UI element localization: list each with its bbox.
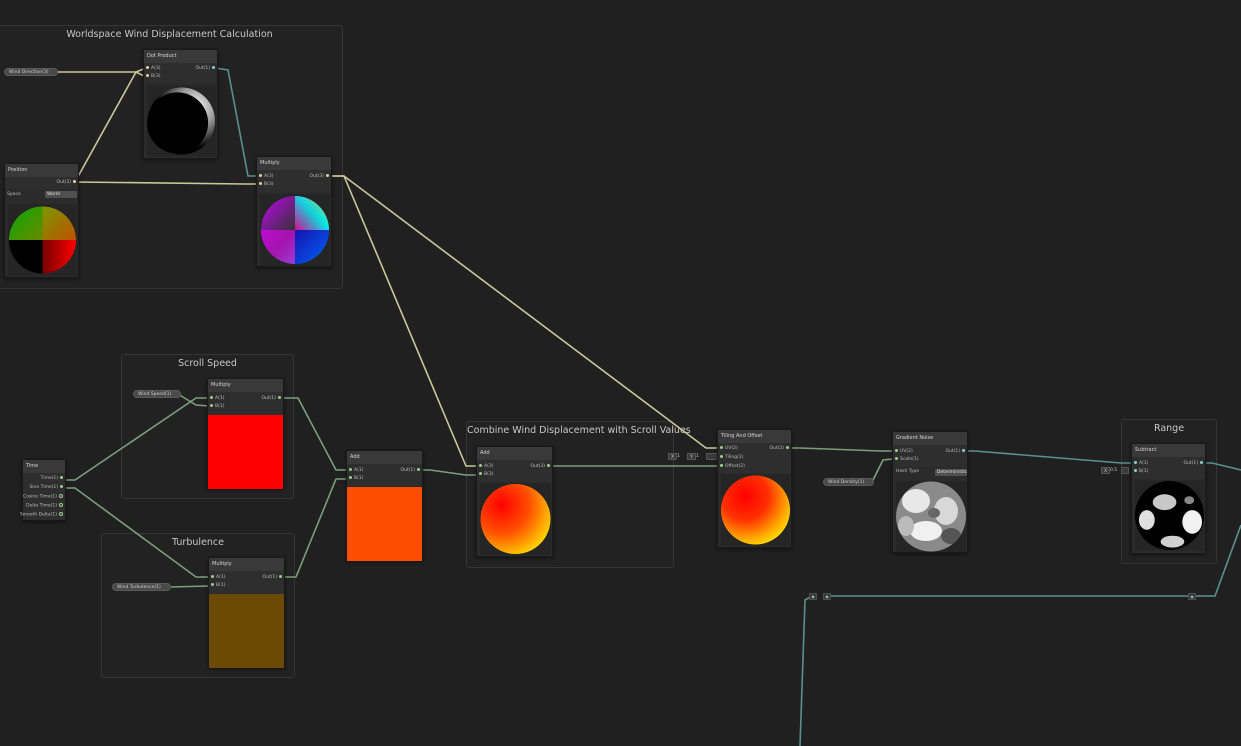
output-port[interactable]: Out(2) — [769, 446, 791, 452]
output-port[interactable]: Out(1) — [195, 66, 217, 72]
preview-add-combine — [480, 483, 551, 555]
preview-position — [8, 204, 77, 276]
node-gradient-noise[interactable]: Gradient Noise UV(2) Scale(1) Out(1) Has… — [892, 431, 968, 553]
property-label: Wind Turbulence(1) — [117, 585, 161, 590]
space-dropdown[interactable]: World — [45, 191, 77, 198]
input-port-b[interactable]: B(3) — [144, 74, 160, 80]
node-title: Time — [23, 460, 65, 473]
output-port[interactable]: Out(1) — [945, 449, 967, 455]
reroute-node-left-a[interactable]: ◆ — [809, 593, 817, 600]
output-port[interactable]: Out(3) — [309, 174, 331, 180]
output-port-delta[interactable]: Delta Time(1) — [26, 503, 65, 510]
tiling-y-field[interactable]: 1 — [694, 453, 701, 460]
preview-multiply-scroll — [208, 415, 283, 489]
edge-multiply-to-tiling — [332, 175, 719, 449]
preview-subtract — [1135, 480, 1204, 551]
node-dot-product[interactable]: Dot Product A(3) B(3) Out(1) — [143, 49, 218, 159]
edge-reroute-down — [799, 595, 813, 746]
tiling-x-field[interactable]: 1 — [675, 453, 682, 460]
property-label: Wind Speed(1) — [138, 392, 172, 397]
input-port-b[interactable]: B(3) — [257, 182, 273, 188]
subtract-b-field[interactable]: 0.5 — [1108, 467, 1119, 474]
reroute-node-right[interactable]: ◆ — [1188, 593, 1196, 600]
group-title: Range — [1153, 423, 1185, 434]
preview-multiply-turb — [209, 594, 284, 668]
group-title: Scroll Speed — [178, 358, 237, 369]
output-port[interactable]: Out(1) — [262, 575, 284, 581]
property-wind-speed[interactable]: Wind Speed(1) — [133, 390, 181, 398]
output-port[interactable]: Out(1) — [400, 468, 422, 474]
property-wind-direction[interactable]: Wind Direction(3) — [4, 68, 58, 76]
node-add-combine[interactable]: Add A(3) B(3) Out(3) — [476, 446, 553, 557]
input-port-b[interactable]: B(1) — [347, 476, 363, 482]
node-title: Dot Product — [144, 50, 217, 63]
node-subtract[interactable]: Subtract A(1) B(1) Out(1) — [1131, 443, 1206, 554]
node-title: Add — [347, 451, 422, 464]
subtract-b-port-chip[interactable] — [1121, 467, 1129, 474]
input-port-a[interactable]: A(3) — [257, 174, 273, 180]
group-title: Worldspace Wind Displacement Calculation — [66, 29, 273, 40]
preview-tiling-offset — [721, 474, 790, 546]
input-port-b[interactable]: B(1) — [1132, 469, 1148, 475]
input-port-uv[interactable]: UV(2) — [893, 449, 913, 455]
node-add-time[interactable]: Add A(1) B(1) Out(1) — [346, 450, 423, 561]
input-port-a[interactable]: A(3) — [477, 464, 493, 470]
input-port-offset[interactable]: Offset(2) — [718, 464, 745, 470]
input-port-scale[interactable]: Scale(1) — [893, 457, 918, 463]
edge-tiling-to-noise — [788, 447, 893, 452]
node-title: Subtract — [1132, 444, 1205, 457]
input-port-tiling[interactable]: Tiling(2) — [718, 455, 743, 461]
group-title: Turbulence — [172, 537, 224, 548]
input-port-b[interactable]: B(1) — [208, 404, 224, 410]
output-port[interactable]: Out(3) — [56, 180, 78, 186]
output-port[interactable]: Out(1) — [1183, 461, 1205, 467]
output-port-cosine[interactable]: Cosine Time(1) — [23, 494, 65, 501]
input-port-a[interactable]: A(1) — [347, 468, 363, 474]
output-port-sine[interactable]: Sine Time(1) — [29, 485, 65, 491]
group-title: Combine Wind Displacement with Scroll Va… — [467, 425, 691, 436]
hash-type-dropdown[interactable]: Deterministic — [935, 469, 967, 476]
property-wind-density[interactable]: Wind Density(1) — [823, 478, 874, 486]
preview-dot-product — [147, 85, 216, 157]
node-multiply-scroll[interactable]: Multiply A(1) B(1) Out(1) — [207, 378, 284, 489]
output-port[interactable]: Out(3) — [530, 464, 552, 470]
preview-multiply-wind — [260, 194, 330, 266]
input-port-a[interactable]: A(1) — [1132, 461, 1148, 467]
hash-type-label: Hash Type — [896, 469, 920, 474]
output-port-smooth-delta[interactable]: Smooth Delta(1) — [20, 512, 65, 519]
output-port[interactable]: Out(1) — [261, 396, 283, 402]
edge-multiply-to-add — [332, 175, 478, 467]
input-port-a[interactable]: A(3) — [144, 66, 160, 72]
reroute-node-left-b[interactable]: ◆ — [823, 593, 831, 600]
output-port-time[interactable]: Time(1) — [41, 476, 65, 482]
node-title: Multiply — [257, 157, 331, 170]
node-title: Position — [5, 164, 78, 177]
node-title: Gradient Noise — [893, 432, 967, 445]
node-title: Multiply — [209, 558, 284, 571]
node-multiply-wind[interactable]: Multiply A(3) B(3) Out(3) — [256, 156, 332, 267]
input-port-uv[interactable]: UV(2) — [718, 446, 738, 452]
input-port-b[interactable]: B(3) — [477, 472, 493, 478]
input-port-a[interactable]: A(1) — [208, 396, 224, 402]
input-port-b[interactable]: B(1) — [209, 583, 225, 589]
preview-add-time — [347, 487, 422, 561]
edge-density-to-noise — [871, 458, 894, 483]
node-title: Multiply — [208, 379, 283, 392]
node-multiply-turb[interactable]: Multiply A(1) B(1) Out(1) — [208, 557, 285, 668]
property-label: Wind Direction(3) — [9, 70, 49, 75]
node-title: Add — [477, 447, 552, 460]
node-position[interactable]: Position Out(3) Space World — [4, 163, 79, 278]
property-label: Wind Density(1) — [828, 480, 865, 485]
input-port-a[interactable]: A(1) — [209, 575, 225, 581]
preview-gradient-noise — [896, 481, 966, 552]
edge-noise-to-subtract — [963, 450, 1133, 464]
space-label: Space — [7, 192, 21, 197]
node-time[interactable]: Time Time(1) Sine Time(1) Cosine Time(1)… — [20, 459, 66, 521]
property-wind-turbulence[interactable]: Wind Turbulence(1) — [112, 583, 171, 591]
node-tiling-offset[interactable]: Tiling And Offset UV(2) Tiling(2) Offset… — [717, 429, 792, 548]
node-title: Tiling And Offset — [718, 430, 791, 443]
